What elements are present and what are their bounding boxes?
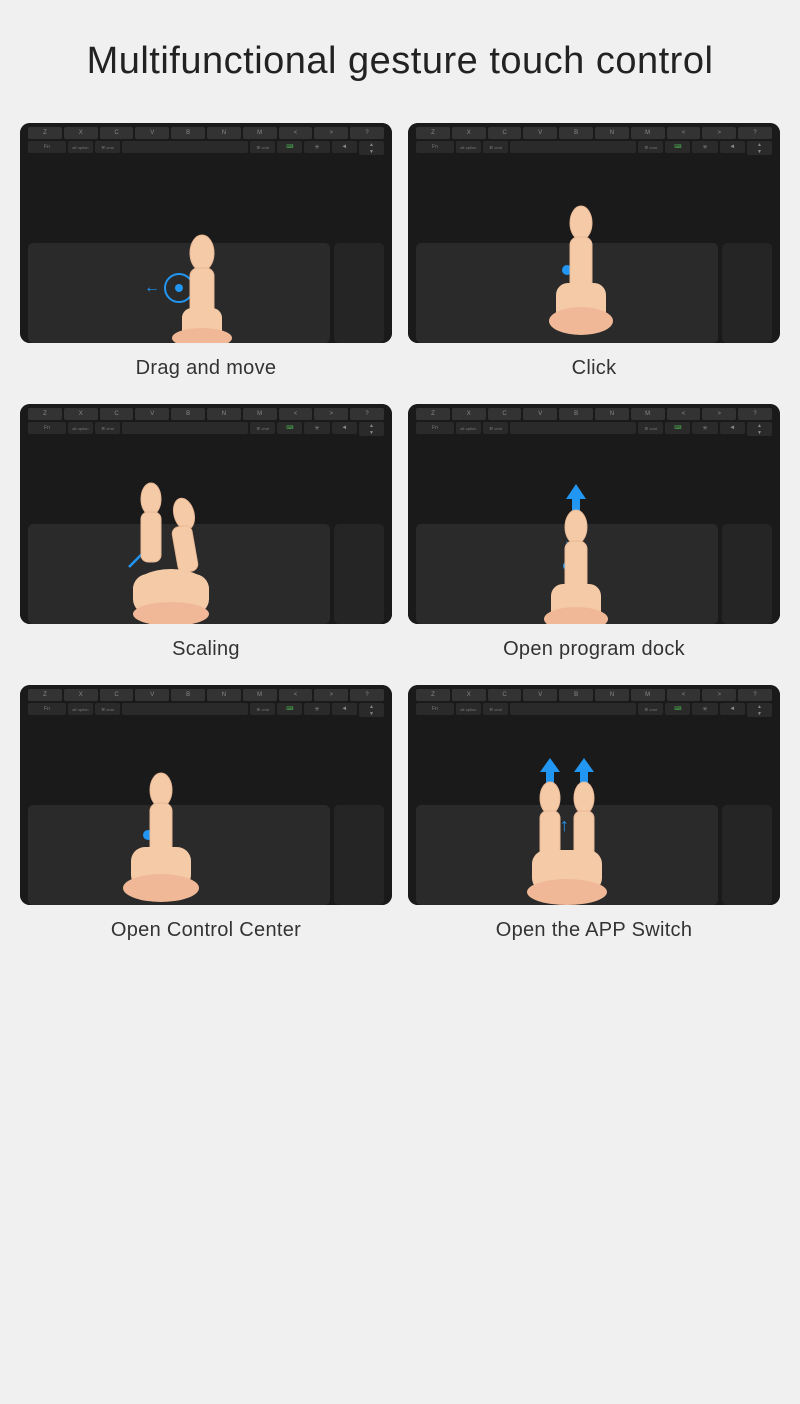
keyboard-image-control-center: Z X C V B N M < > ? Fn alt option ⌘ cmd … [20,685,392,905]
gesture-card-drag-move: Z X C V B N M < > ? Fn alt option ⌘ cmd … [20,123,392,380]
scaling-label: Scaling [172,638,240,661]
gesture-card-click: Z X C V B N M < > ? Fn alt option ⌘ cmd … [408,123,780,380]
click-label: Click [572,357,617,380]
keyboard-image-app-switch: Z X C V B N M < > ? Fn alt option ⌘ cmd … [408,685,780,905]
drag-move-label: Drag and move [136,357,277,380]
keyboard-image-drag: Z X C V B N M < > ? Fn alt option ⌘ cmd … [20,123,392,343]
program-dock-finger-svg [501,469,661,624]
app-switch-label: Open the APP Switch [496,919,693,942]
control-center-label: Open Control Center [111,919,301,942]
scaling-finger-svg [76,474,256,624]
click-finger-svg [501,193,661,343]
keyboard-image-click: Z X C V B N M < > ? Fn alt option ⌘ cmd … [408,123,780,343]
gesture-card-app-switch: Z X C V B N M < > ? Fn alt option ⌘ cmd … [408,685,780,942]
page-title: Multifunctional gesture touch control [87,40,714,83]
gesture-grid: Z X C V B N M < > ? Fn alt option ⌘ cmd … [20,123,780,942]
control-center-finger-svg [76,755,256,905]
program-dock-label: Open program dock [503,638,685,661]
app-switch-finger-svg [482,750,662,905]
gesture-card-control-center: Z X C V B N M < > ? Fn alt option ⌘ cmd … [20,685,392,942]
drag-finger-svg [132,213,272,343]
gesture-card-scaling: Z X C V B N M < > ? Fn alt option ⌘ cmd … [20,404,392,661]
keyboard-image-program-dock: Z X C V B N M < > ? Fn alt option ⌘ cmd … [408,404,780,624]
gesture-card-program-dock: Z X C V B N M < > ? Fn alt option ⌘ cmd … [408,404,780,661]
keyboard-image-scaling: Z X C V B N M < > ? Fn alt option ⌘ cmd … [20,404,392,624]
